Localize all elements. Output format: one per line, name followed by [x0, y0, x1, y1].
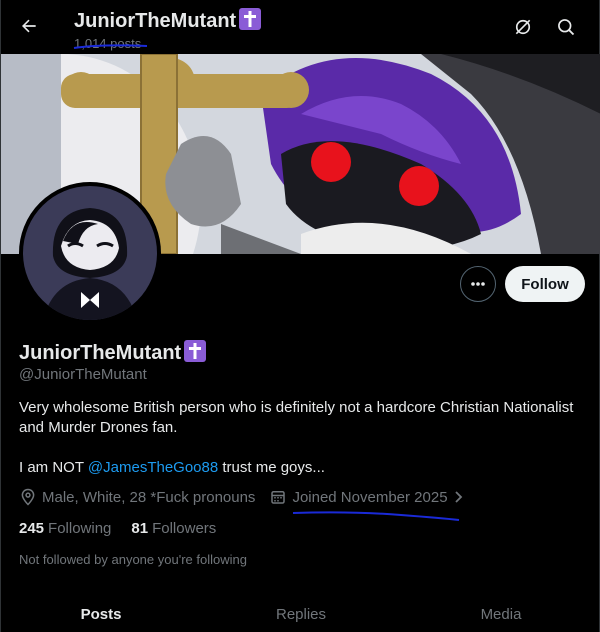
annotation-underline: [292, 511, 460, 521]
profile-meta: Male, White, 28 *Fuck pronouns Joined No…: [19, 488, 471, 506]
following-label: Following: [48, 520, 112, 537]
header-title-text: JuniorTheMutant: [74, 10, 237, 32]
chevron-right-icon: [454, 491, 462, 503]
avatar-image: [23, 186, 157, 320]
tab-replies[interactable]: Replies: [201, 590, 401, 632]
not-followed-note: Not followed by anyone you're following: [19, 552, 247, 567]
grok-button[interactable]: [506, 10, 540, 44]
more-icon: [471, 282, 485, 286]
bio: Very wholesome British person who is def…: [19, 398, 579, 478]
bio-suffix: trust me goys...: [218, 459, 325, 476]
bio-mention-link[interactable]: @JamesTheGoo88: [88, 459, 218, 476]
calendar-icon: [271, 491, 286, 504]
follow-button[interactable]: Follow: [505, 266, 585, 302]
joined-date[interactable]: Joined November 2025: [269, 488, 470, 506]
grok-icon: [515, 19, 531, 35]
more-options-button[interactable]: [460, 266, 496, 302]
handle: @JuniorTheMutant: [19, 366, 147, 383]
joined-text: Joined November 2025: [292, 488, 448, 506]
cross-badge-icon: [239, 8, 262, 30]
followers-count: 81: [131, 520, 149, 537]
search-button[interactable]: [549, 10, 583, 44]
annotation-underline: [73, 44, 148, 49]
location: Male, White, 28 *Fuck pronouns: [19, 488, 255, 506]
bio-line-2: I am NOT @JamesTheGoo88 trust me goys...: [19, 458, 579, 478]
following-stat[interactable]: 245 Following: [19, 520, 111, 537]
top-bar: JuniorTheMutant 1,014 posts: [1, 0, 600, 56]
tab-posts[interactable]: Posts: [1, 590, 201, 632]
bio-prefix: I am NOT: [19, 459, 88, 476]
bio-line-1: Very wholesome British person who is def…: [19, 399, 574, 436]
avatar[interactable]: [19, 182, 161, 324]
followers-stat[interactable]: 81 Followers: [131, 520, 216, 537]
following-count: 245: [19, 520, 45, 537]
display-name: JuniorTheMutant: [19, 340, 207, 365]
follow-stats: 245 Following 81 Followers: [19, 520, 236, 537]
back-button[interactable]: [11, 8, 47, 44]
cross-badge-icon: [184, 340, 207, 362]
profile-tabs: Posts Replies Media: [1, 590, 600, 632]
back-arrow-icon: [22, 19, 36, 33]
profile-page: JuniorTheMutant 1,014 posts Follow Junio…: [0, 0, 600, 632]
followers-label: Followers: [152, 520, 217, 537]
tab-media[interactable]: Media: [401, 590, 600, 632]
location-text: Male, White, 28 *Fuck pronouns: [42, 488, 256, 506]
search-icon: [558, 19, 575, 36]
location-icon: [21, 488, 35, 506]
header-title: JuniorTheMutant: [74, 8, 262, 33]
display-name-text: JuniorTheMutant: [19, 342, 182, 364]
